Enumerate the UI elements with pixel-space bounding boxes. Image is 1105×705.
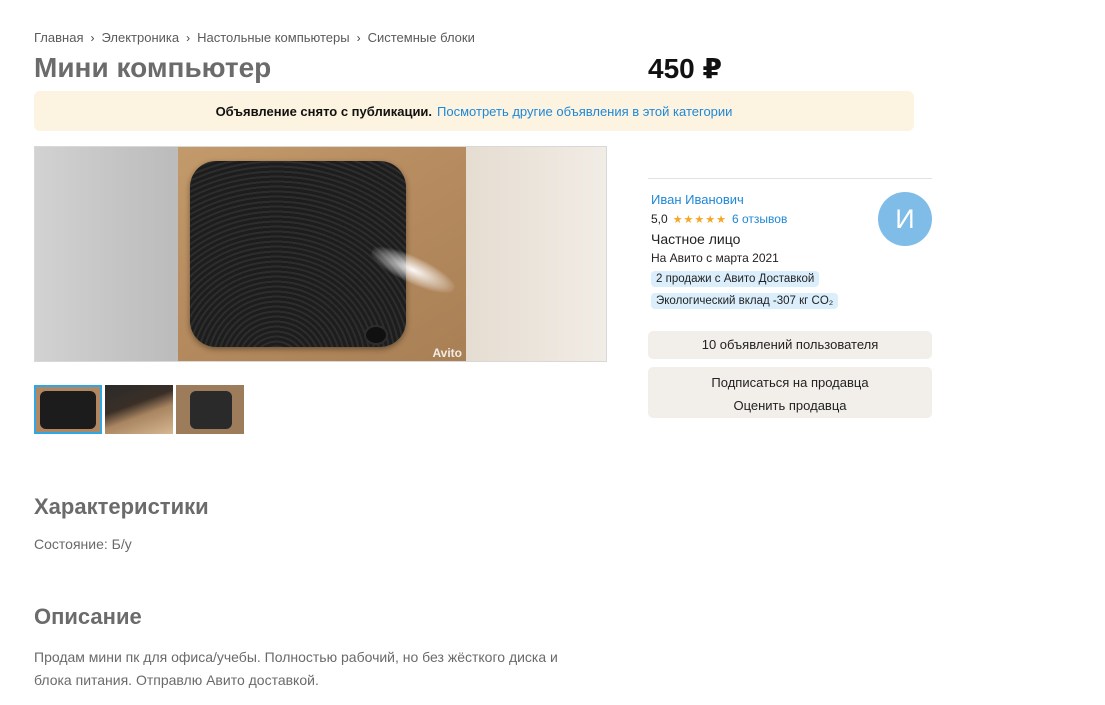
reviews-link[interactable]: 6 отзывов [732,212,787,226]
description-line-1: Продам мини пк для офиса/учебы. Полность… [34,649,558,665]
description-line-2: блока питания. Отправлю Авито доставкой. [34,672,319,688]
breadcrumb-system-units[interactable]: Системные блоки [368,30,475,45]
seller-divider [648,178,932,179]
chevron-right-icon: › [90,30,95,45]
breadcrumb: Главная › Электроника › Настольные компь… [34,30,475,45]
avatar[interactable]: И [878,192,932,246]
subscribe-button[interactable]: Подписаться на продавца [648,371,932,394]
eco-badge: Экологический вклад -307 кг CO₂ [651,293,839,309]
condition-value: Состояние: Б/у [34,536,132,552]
notice-text: Объявление снято с публикации. [215,103,433,119]
thumbnail-image [40,391,96,429]
notice-category-link[interactable]: Посмотреть другие объявления в этой кате… [437,104,732,119]
main-photo: Avito [178,147,466,361]
thumbnail-3[interactable] [176,385,244,434]
seller-since: На Авито с марта 2021 [651,251,779,265]
chevron-right-icon: › [356,30,361,45]
user-ads-button[interactable]: 10 объявлений пользователя [648,331,932,359]
chevron-right-icon: › [186,30,191,45]
avito-watermark: Avito [432,346,462,360]
characteristics-title: Характеристики [34,494,209,519]
rate-seller-button[interactable]: Оценить продавца [648,394,932,417]
breadcrumb-electronics[interactable]: Электроника [101,30,179,45]
price: 450 ₽ [648,53,722,84]
seller-actions: Подписаться на продавца Оценить продавца [648,367,932,418]
device-button [364,325,388,345]
breadcrumb-desktops[interactable]: Настольные компьютеры [197,30,349,45]
main-photo-gallery[interactable]: Avito [34,146,607,362]
page-title: Мини компьютер [34,52,272,83]
description-text: Продам мини пк для офиса/учебы. Полность… [34,646,614,692]
thumbnail-2[interactable] [105,385,173,434]
rating-value: 5,0 [651,212,668,226]
description-title: Описание [34,604,142,629]
thumbnail-strip [34,385,244,434]
thumbnail-1[interactable] [34,385,102,434]
star-rating-icon: ★★★★★ [672,213,727,226]
delivery-badge: 2 продажи с Авито Доставкой [651,271,820,287]
thumbnail-image [190,391,232,429]
unpublished-notice: Объявление снято с публикации. Посмотрет… [34,91,914,131]
breadcrumb-home[interactable]: Главная [34,30,83,45]
